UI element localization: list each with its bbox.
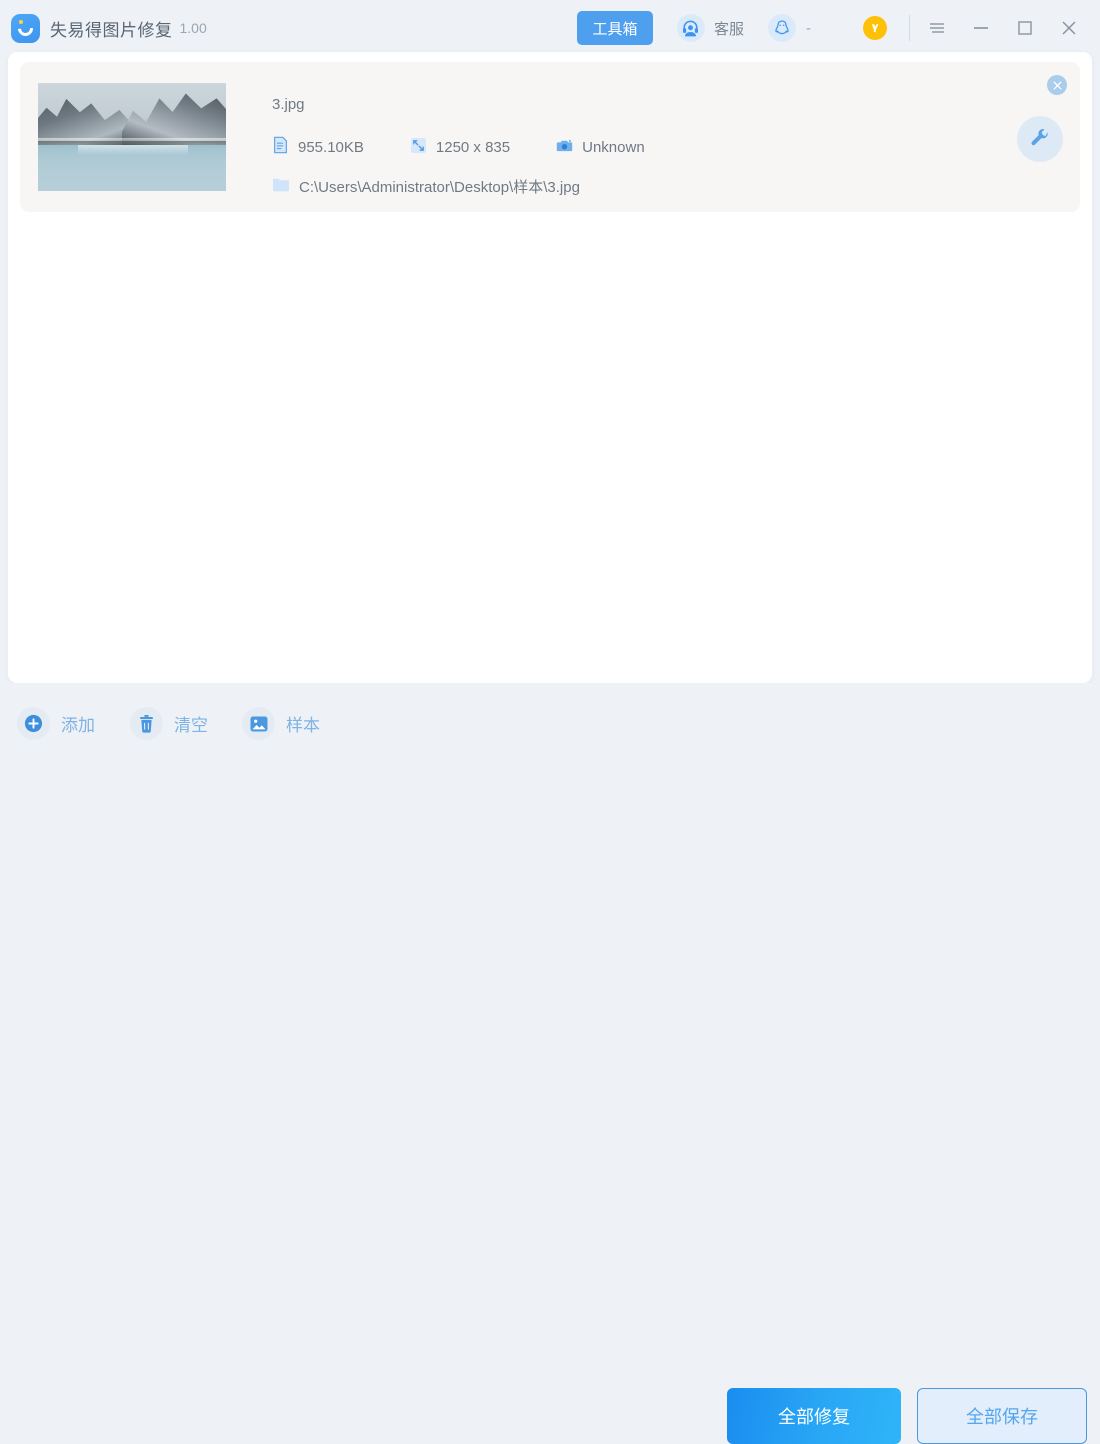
qq-label: - [806, 20, 811, 37]
file-size-text: 955.10KB [298, 139, 364, 156]
file-dimensions-item: 1250 x 835 [410, 137, 510, 159]
header-divider [909, 15, 910, 41]
camera-icon [556, 138, 573, 158]
qq-penguin-icon [768, 14, 796, 42]
document-size-icon [272, 136, 289, 159]
file-path-text: C:\Users\Administrator\Desktop\样本\3.jpg [299, 176, 580, 197]
hamburger-menu-icon[interactable] [920, 11, 954, 45]
file-dimensions-text: 1250 x 835 [436, 139, 510, 156]
minimize-icon[interactable] [964, 11, 998, 45]
toolbox-button[interactable]: 工具箱 [577, 11, 653, 45]
customer-service-button[interactable]: 客服 [677, 14, 744, 42]
wrench-repair-icon[interactable] [1017, 116, 1063, 162]
add-button[interactable]: 添加 [17, 707, 95, 740]
camera-info-text: Unknown [582, 139, 645, 156]
file-card[interactable]: 3.jpg 955.10KB [20, 62, 1080, 212]
trash-icon [130, 707, 163, 740]
plus-circle-icon [17, 707, 50, 740]
file-name: 3.jpg [272, 96, 305, 113]
yellow-y-badge-icon[interactable] [863, 16, 887, 40]
repair-all-button[interactable]: 全部修复 [727, 1388, 901, 1444]
sample-button-label: 样本 [286, 711, 320, 736]
clear-button[interactable]: 清空 [130, 707, 208, 740]
file-path-row: C:\Users\Administrator\Desktop\样本\3.jpg [272, 176, 580, 197]
bottom-action-bar: 添加 清空 样本 全部修复 全部保存 [0, 683, 1100, 775]
app-title: 失易得图片修复 [50, 16, 173, 41]
clear-button-label: 清空 [174, 711, 208, 736]
file-size-item: 955.10KB [272, 136, 364, 159]
dimensions-resize-icon [410, 137, 427, 159]
file-list-panel: 3.jpg 955.10KB [8, 52, 1092, 683]
remove-file-icon[interactable] [1047, 75, 1067, 95]
add-button-label: 添加 [61, 711, 95, 736]
camera-info-item: Unknown [556, 138, 645, 158]
headset-support-icon [677, 14, 705, 42]
thumbnail-frame [38, 83, 226, 191]
title-bar: 失易得图片修复 1.00 工具箱 客服 - [0, 0, 1100, 56]
close-icon[interactable] [1052, 11, 1086, 45]
qq-button[interactable]: - [768, 14, 811, 42]
sample-button[interactable]: 样本 [242, 707, 320, 740]
snowy-mountain-lake-thumbnail [38, 83, 226, 191]
app-logo-icon [10, 13, 40, 43]
maximize-icon[interactable] [1008, 11, 1042, 45]
app-version: 1.00 [180, 20, 207, 36]
folder-icon [272, 177, 290, 197]
image-sample-icon [242, 707, 275, 740]
customer-service-label: 客服 [714, 18, 744, 39]
file-meta-row: 955.10KB 1250 x 835 [272, 136, 691, 159]
save-all-button[interactable]: 全部保存 [917, 1388, 1087, 1444]
